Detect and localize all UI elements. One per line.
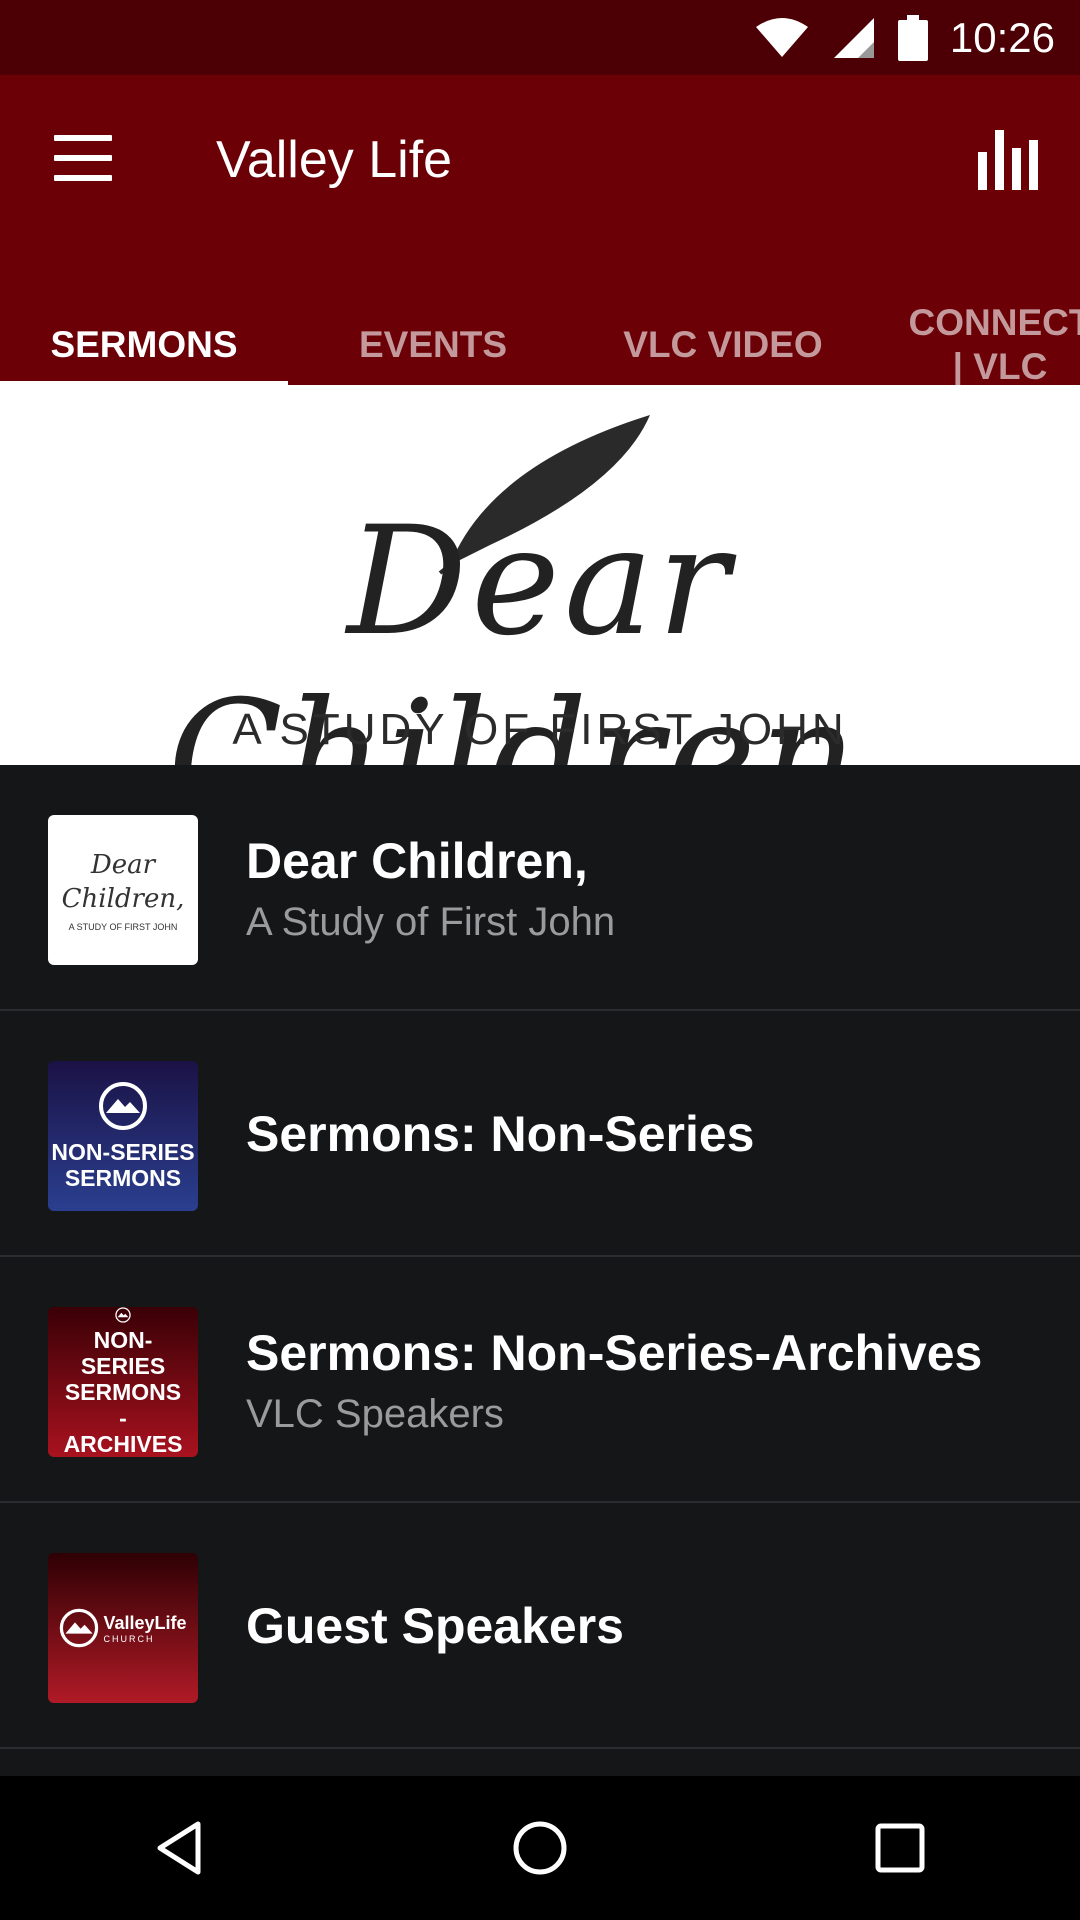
menu-icon[interactable] — [54, 135, 114, 185]
app-bar: Valley Life SERMONS EVENTS VLC VIDEO CON… — [0, 75, 1080, 387]
series-banner[interactable]: Dear Children, A STUDY OF FIRST JOHN — [0, 385, 1080, 765]
valleylife-logo-icon — [60, 1608, 99, 1648]
series-thumbnail: NON-SERIES SERMONS — [48, 1061, 198, 1211]
status-time: 10:26 — [949, 13, 1055, 61]
tab-vlc-video[interactable]: VLC VIDEO — [578, 305, 868, 385]
mountain-logo-icon — [115, 1307, 131, 1323]
list-item[interactable]: ValleyLife CHURCH Guest Speakers — [0, 1503, 1080, 1749]
list-item[interactable]: Dear Children, A STUDY OF FIRST JOHN Dea… — [0, 765, 1080, 1011]
list-item-title: Dear Children, — [246, 832, 588, 889]
list-item[interactable]: NON-SERIES SERMONS - ARCHIVES Sermons: N… — [0, 1257, 1080, 1503]
recents-icon[interactable] — [840, 1788, 960, 1908]
stats-icon[interactable] — [978, 125, 1038, 190]
signal-icon — [832, 16, 876, 60]
list-item-title: Sermons: Non-Series — [246, 1106, 755, 1162]
list-item[interactable]: NON-SERIES SERMONS Sermons: Non-Series — [0, 1011, 1080, 1257]
list-item-subtitle: A Study of First John — [246, 899, 616, 944]
tab-events[interactable]: EVENTS — [288, 305, 578, 385]
wifi-icon — [754, 17, 810, 59]
tab-bar: SERMONS EVENTS VLC VIDEO CONNECT | VLC — [0, 302, 1080, 387]
mountain-logo-icon — [99, 1082, 147, 1130]
thumb-subtext: A STUDY OF FIRST JOHN — [68, 922, 178, 932]
list-item-title: Guest Speakers — [246, 1598, 624, 1654]
series-thumbnail: Dear Children, A STUDY OF FIRST JOHN — [48, 815, 198, 965]
home-icon[interactable] — [480, 1788, 600, 1908]
battery-icon — [897, 14, 928, 61]
status-bar: 10:26 — [0, 0, 1080, 75]
series-thumbnail: NON-SERIES SERMONS - ARCHIVES — [48, 1307, 198, 1457]
banner-subtitle: A STUDY OF FIRST JOHN — [232, 705, 848, 754]
tab-connect-vlc[interactable]: CONNECT | VLC — [900, 299, 1080, 391]
tab-sermons[interactable]: SERMONS — [0, 305, 288, 385]
thumb-script-text: Dear Children, — [61, 850, 185, 914]
list-item-title: Sermons: Non-Series-Archives — [246, 1324, 983, 1381]
thumb-text: NON-SERIES SERMONS - ARCHIVES — [63, 1327, 183, 1457]
app-title: Valley Life — [216, 131, 453, 189]
list-item-subtitle: VLC Speakers — [246, 1391, 504, 1436]
series-thumbnail: ValleyLife CHURCH — [48, 1553, 198, 1703]
thumb-text: NON-SERIES SERMONS — [51, 1139, 195, 1191]
sermon-series-list: Dear Children, A STUDY OF FIRST JOHN Dea… — [0, 765, 1080, 1749]
thumb-subtext: CHURCH — [103, 1633, 155, 1644]
back-icon[interactable] — [120, 1788, 240, 1908]
thumb-text: ValleyLife — [103, 1612, 187, 1633]
system-nav-bar — [0, 1776, 1080, 1920]
